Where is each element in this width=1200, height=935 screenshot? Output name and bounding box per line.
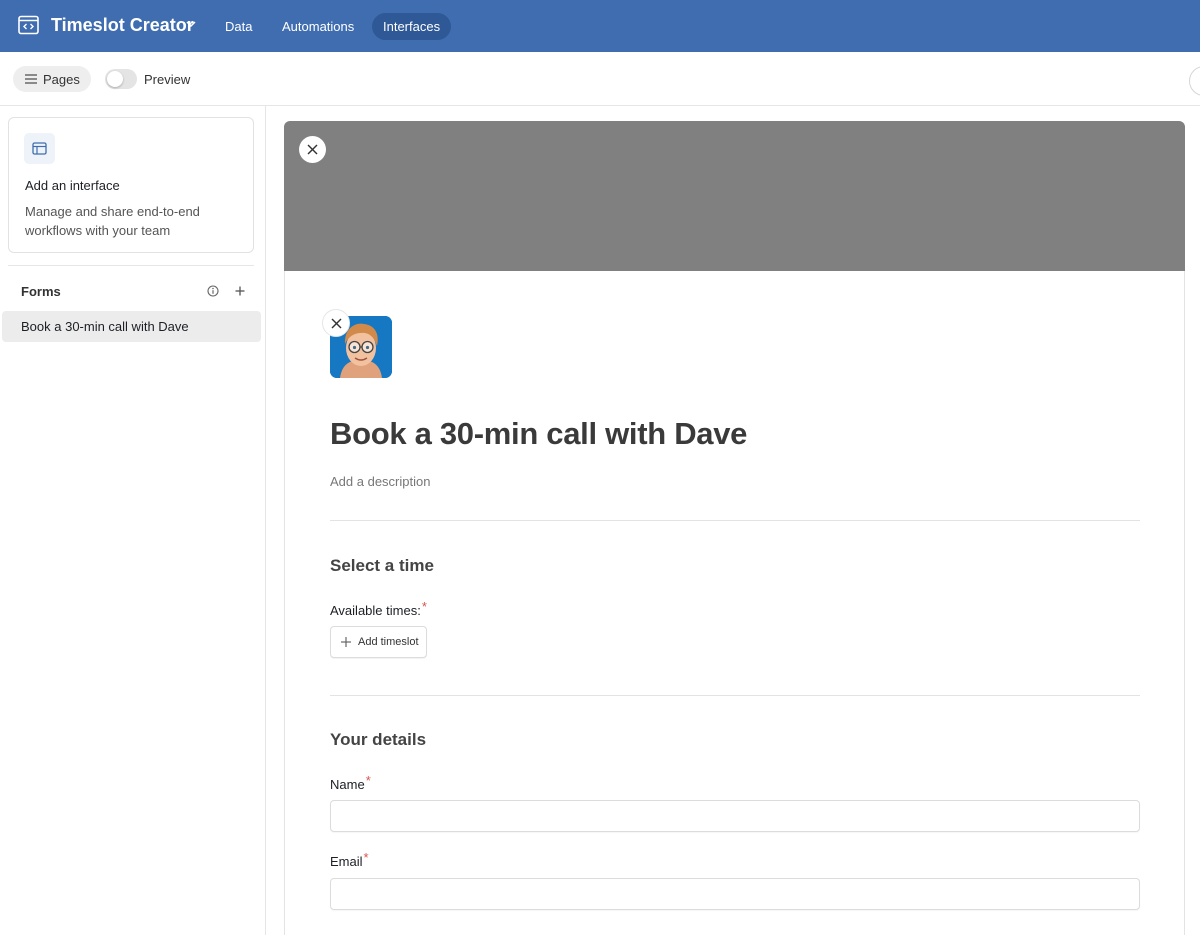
- required-marker: *: [365, 773, 371, 788]
- field-label-text: Available times:: [330, 603, 421, 618]
- sidebar-divider: [8, 265, 254, 266]
- add-timeslot-button[interactable]: Add timeslot: [330, 626, 427, 658]
- interface-layout-icon: [24, 133, 55, 164]
- add-timeslot-label: Add timeslot: [358, 636, 419, 648]
- form-description-placeholder[interactable]: Add a description: [330, 474, 430, 489]
- field-label-name: Name*: [330, 773, 371, 792]
- close-icon: [331, 318, 341, 328]
- tab-data[interactable]: Data: [214, 13, 263, 40]
- preview-toggle[interactable]: [105, 69, 137, 89]
- toolbar: Pages Preview: [0, 52, 1200, 106]
- info-icon[interactable]: [207, 285, 219, 297]
- field-label-email: Email*: [330, 850, 369, 869]
- tab-automations[interactable]: Automations: [271, 13, 365, 40]
- email-input[interactable]: [330, 878, 1140, 910]
- remove-cover-button[interactable]: [299, 136, 326, 163]
- add-interface-title: Add an interface: [25, 178, 120, 193]
- add-interface-card[interactable]: Add an interface Manage and share end-to…: [8, 117, 254, 253]
- remove-logo-button[interactable]: [322, 309, 350, 337]
- field-label-text: Name: [330, 777, 365, 792]
- form-title[interactable]: Book a 30-min call with Dave: [330, 416, 747, 452]
- field-label-available-times: Available times:*: [330, 599, 427, 618]
- plus-icon: [341, 637, 351, 647]
- section-title-your-details: Your details: [330, 730, 427, 749]
- tab-interfaces[interactable]: Interfaces: [372, 13, 452, 40]
- pages-label: Pages: [43, 71, 80, 87]
- forms-section-label: Forms: [21, 284, 61, 299]
- app-title[interactable]: Timeslot Creator: [51, 15, 194, 36]
- close-icon: [307, 144, 318, 155]
- main-area: Book a 30-min call with Dave Add a descr…: [266, 106, 1200, 935]
- pages-button[interactable]: Pages: [13, 66, 91, 92]
- interface-window-icon[interactable]: [18, 15, 39, 35]
- form-card: Book a 30-min call with Dave Add a descr…: [284, 271, 1185, 935]
- required-marker: *: [421, 599, 427, 614]
- preview-label: Preview: [144, 72, 191, 87]
- sidebar-item-book-call[interactable]: Book a 30-min call with Dave: [2, 311, 261, 342]
- section-divider: [330, 520, 1140, 521]
- plus-icon[interactable]: [234, 285, 246, 297]
- menu-icon: [25, 74, 37, 84]
- add-interface-description: Manage and share end-to-end workflows wi…: [25, 204, 200, 238]
- top-bar: Timeslot Creator Data Automations Interf…: [0, 0, 1200, 52]
- section-title-select-time: Select a time: [330, 556, 434, 575]
- toolbar-circle-button[interactable]: [1189, 66, 1200, 96]
- chevron-down-icon[interactable]: [186, 20, 196, 28]
- required-marker: *: [363, 850, 369, 865]
- toggle-knob: [107, 71, 123, 87]
- sidebar: Add an interface Manage and share end-to…: [0, 106, 266, 935]
- name-input[interactable]: [330, 800, 1140, 832]
- cover-image: [284, 121, 1185, 271]
- field-label-text: Email: [330, 854, 363, 869]
- section-divider: [330, 695, 1140, 696]
